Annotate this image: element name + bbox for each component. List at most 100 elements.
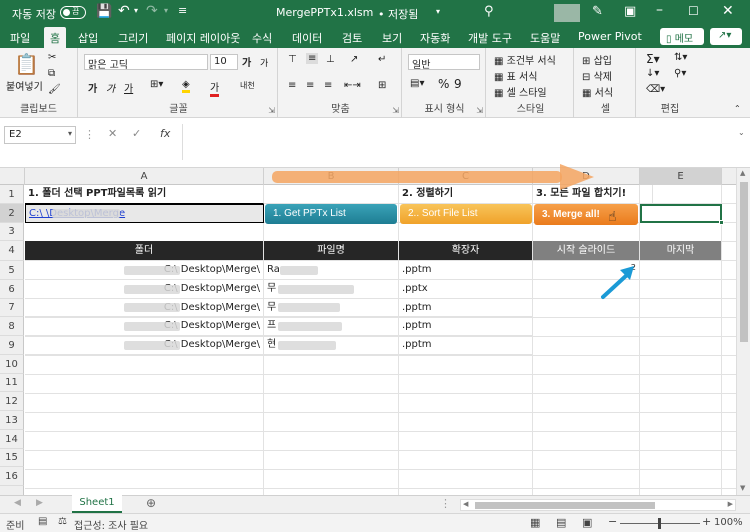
undo-icon[interactable]: ↶	[118, 3, 130, 19]
row-header-1[interactable]: 1	[0, 185, 24, 204]
tab-view[interactable]: 보기	[382, 30, 402, 46]
find-select-icon[interactable]: ⚲▾	[674, 68, 686, 79]
normal-view-icon[interactable]: ▦	[530, 516, 540, 529]
font-name-select[interactable]: 맑은 고딕	[84, 54, 208, 71]
header-end-slide[interactable]: 마지막	[640, 241, 722, 261]
redo-dropdown-icon[interactable]: ▾	[164, 6, 168, 15]
get-pptx-list-button[interactable]: 1. Get PPTx List	[265, 204, 397, 224]
tab-home[interactable]: 홈	[44, 27, 67, 48]
cell-styles-button[interactable]: ▦ 셀 스타일	[494, 84, 547, 99]
table-row-extension[interactable]: .pptm	[399, 317, 533, 336]
font-color-button[interactable]: 가	[210, 79, 220, 97]
row-header-4[interactable]: 4	[0, 241, 24, 261]
comments-button[interactable]: ▯ 메모	[660, 28, 704, 45]
accessibility-icon[interactable]: ⚖	[58, 516, 67, 527]
scroll-up-icon[interactable]: ▲	[740, 169, 745, 177]
minimize-icon[interactable]: –	[656, 2, 663, 18]
scroll-left-icon[interactable]: ◀	[463, 500, 468, 508]
tab-developer[interactable]: 개발 도구	[468, 30, 512, 46]
tab-draw[interactable]: 그리기	[118, 30, 148, 46]
number-dialog-launcher-icon[interactable]: ⇲	[476, 106, 483, 115]
tab-insert[interactable]: 삽입	[78, 30, 98, 46]
ribbon-display-icon[interactable]: ▣	[624, 4, 636, 19]
orientation-icon[interactable]: ↗	[350, 54, 358, 65]
page-break-view-icon[interactable]: ▣	[582, 516, 592, 529]
column-header-e[interactable]: E	[640, 168, 722, 185]
row-header-3[interactable]: 3	[0, 223, 24, 241]
tab-review[interactable]: 검토	[342, 30, 362, 46]
insert-function-button[interactable]: fx	[160, 127, 170, 140]
decrease-font-button[interactable]: 가	[260, 56, 268, 69]
indent-icon[interactable]: ⇤⇥	[344, 80, 361, 91]
horizontal-scroll-thumb[interactable]	[475, 502, 655, 509]
file-menu-chevron-icon[interactable]: ▾	[436, 7, 440, 16]
paste-icon[interactable]: 📋	[14, 52, 39, 76]
align-right-icon[interactable]: ≡	[324, 80, 332, 91]
align-top-icon[interactable]: ⊤	[288, 54, 297, 65]
row-header-12[interactable]: 12	[0, 392, 24, 411]
tab-help[interactable]: 도움말	[530, 30, 560, 46]
table-row-extension[interactable]: .pptm	[399, 261, 533, 280]
row-header-15[interactable]: 15	[0, 449, 24, 467]
borders-icon[interactable]: ⊞▾	[150, 79, 163, 90]
cell-a1[interactable]: 1. 폴더 선택 PPT파일목록 읽기	[25, 185, 264, 204]
phonetic-button[interactable]: 내천	[240, 80, 255, 91]
fill-color-icon[interactable]: ◈	[182, 79, 190, 93]
zoom-level[interactable]: 100%	[714, 517, 743, 528]
clear-icon[interactable]: ⌫▾	[646, 84, 665, 95]
format-cells-button[interactable]: ▦ 서식	[582, 84, 613, 99]
tab-page-layout[interactable]: 페이지 레이아웃	[166, 30, 240, 46]
header-start-slide[interactable]: 시작 슬라이드	[533, 241, 640, 261]
horizontal-scrollbar[interactable]: ◀ ▶	[460, 499, 736, 511]
row-header-17[interactable]	[0, 486, 24, 495]
row-header-5[interactable]: 5	[0, 261, 24, 280]
italic-button[interactable]: 가	[106, 80, 115, 95]
align-left-icon[interactable]: ≡	[288, 80, 296, 91]
tab-power-pivot[interactable]: Power Pivot	[578, 30, 642, 43]
collapse-ribbon-icon[interactable]: ⌃	[734, 104, 741, 113]
align-center-icon[interactable]: ≡	[306, 80, 314, 91]
alignment-dialog-launcher-icon[interactable]: ⇲	[392, 106, 399, 115]
tab-automate[interactable]: 자동화	[420, 30, 450, 46]
name-box[interactable]: E2	[4, 126, 76, 144]
accounting-format-icon[interactable]: ▤▾	[410, 78, 424, 89]
paste-button[interactable]: 붙여넣기	[6, 78, 43, 93]
table-row-extension[interactable]: .pptm	[399, 336, 533, 355]
zoom-out-icon[interactable]: −	[608, 515, 617, 528]
cut-icon[interactable]: ✂	[48, 52, 56, 63]
confirm-entry-icon[interactable]: ✓	[132, 127, 141, 140]
row-header-8[interactable]: 8	[0, 317, 24, 336]
header-filename[interactable]: 파일명	[264, 241, 399, 261]
zoom-slider-thumb[interactable]	[658, 518, 661, 529]
format-painter-icon[interactable]: 🖌	[48, 84, 61, 95]
row-header-7[interactable]: 7	[0, 299, 24, 317]
underline-button[interactable]: 가	[124, 80, 133, 95]
cell-e2-selected[interactable]	[640, 204, 722, 223]
row-header-14[interactable]: 14	[0, 430, 24, 449]
fill-handle[interactable]	[719, 220, 724, 225]
format-as-table-button[interactable]: ▦ 표 서식	[494, 68, 537, 83]
align-bottom-icon[interactable]: ⊥	[326, 54, 335, 65]
row-header-16[interactable]: 16	[0, 467, 24, 486]
expand-formula-bar-icon[interactable]: ⌄	[738, 128, 745, 137]
copy-icon[interactable]: ⧉	[48, 68, 55, 79]
align-middle-icon[interactable]: ≡	[306, 53, 319, 64]
row-header-10[interactable]: 10	[0, 355, 24, 374]
tab-formulas[interactable]: 수식	[252, 30, 272, 46]
macro-record-icon[interactable]: ▤	[38, 516, 47, 527]
column-header-a[interactable]: A	[25, 168, 264, 185]
share-button[interactable]: ↗▾	[710, 28, 742, 45]
header-extension[interactable]: 확장자	[399, 241, 533, 261]
next-sheet-icon[interactable]: ▶	[36, 498, 43, 508]
delete-cells-button[interactable]: ⊟ 삭제	[582, 68, 612, 83]
scroll-down-icon[interactable]: ▼	[740, 484, 745, 492]
maximize-icon[interactable]: ☐	[688, 4, 699, 18]
autosave-toggle[interactable]: 끔	[60, 6, 86, 19]
bold-button[interactable]: 가	[88, 80, 97, 95]
number-format-select[interactable]: 일반	[408, 54, 480, 71]
formula-input[interactable]	[182, 124, 738, 160]
accessibility-status[interactable]: 접근성: 조사 필요	[74, 517, 148, 532]
row-header-13[interactable]: 13	[0, 411, 24, 430]
row-header-2[interactable]: 2	[0, 204, 24, 223]
vertical-scrollbar[interactable]: ▲ ▼	[736, 168, 750, 495]
